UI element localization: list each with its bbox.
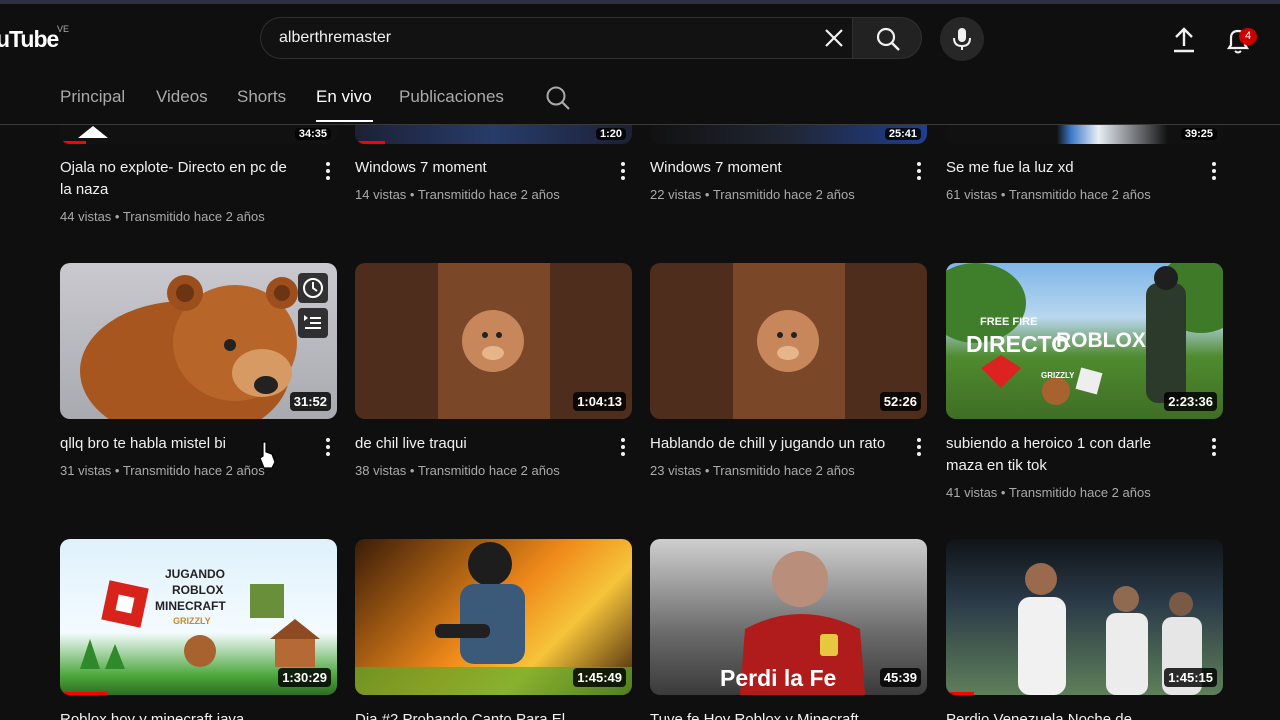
thumb-text-line: ROBLOX — [1056, 329, 1146, 352]
video-title[interactable]: de chil live traqui — [355, 433, 595, 455]
mouse-cursor-icon — [259, 441, 276, 469]
thumb-text-line: MINECRAFT — [155, 599, 226, 613]
video-thumbnail[interactable]: 1:45:15 — [946, 539, 1223, 695]
thumb-text-line: JUGANDO — [165, 567, 226, 581]
search-button[interactable] — [852, 17, 922, 59]
video-title[interactable]: Perdio Venezuela Noche de — [946, 709, 1186, 720]
tab-publicaciones[interactable]: Publicaciones — [399, 87, 504, 123]
video-thumbnail[interactable]: 25:41 — [650, 124, 927, 144]
duration-badge: 2:23:36 — [1164, 392, 1217, 411]
video-meta: 44 vistas • Transmitido hace 2 años — [60, 209, 265, 224]
more-options-icon[interactable] — [617, 160, 629, 180]
duration-badge: 1:20 — [595, 128, 626, 140]
masthead: uTube VE alberthremaster 4 — [0, 4, 1280, 74]
video-thumbnail[interactable]: 34:35 — [60, 124, 337, 144]
active-tab-indicator — [316, 120, 373, 122]
duration-badge: 1:45:49 — [573, 668, 626, 687]
thumb-text-line: DIRECTO — [966, 331, 1070, 357]
notification-badge: 4 — [1239, 28, 1257, 45]
thumb-text-line: GRIZZLY — [1041, 371, 1075, 380]
watch-progress — [60, 692, 108, 695]
video-title[interactable]: subiendo a heroico 1 con darle maza en t… — [946, 433, 1186, 477]
video-meta: 14 vistas • Transmitido hace 2 años — [355, 187, 560, 202]
add-to-queue-icon[interactable] — [298, 308, 328, 338]
more-options-icon[interactable] — [913, 160, 925, 180]
tab-principal[interactable]: Principal — [60, 87, 125, 123]
duration-badge: 1:30:29 — [278, 668, 331, 687]
more-options-icon[interactable] — [322, 160, 334, 180]
watch-later-icon[interactable] — [298, 273, 328, 303]
video-title[interactable]: Windows 7 moment — [355, 157, 595, 179]
video-meta: 22 vistas • Transmitido hace 2 años — [650, 187, 855, 202]
youtube-logo[interactable]: uTube — [0, 26, 59, 53]
upload-icon[interactable] — [1168, 24, 1200, 56]
search-query[interactable]: alberthremaster — [279, 29, 391, 47]
duration-badge: 52:26 — [879, 392, 921, 411]
close-icon[interactable] — [820, 24, 848, 52]
video-meta: 61 vistas • Transmitido hace 2 años — [946, 187, 1151, 202]
channel-search-icon[interactable] — [544, 84, 572, 117]
video-meta: 38 vistas • Transmitido hace 2 años — [355, 463, 560, 478]
duration-badge: 1:04:13 — [573, 392, 626, 411]
video-title[interactable]: Dia #2 Probando Canto Para El — [355, 709, 595, 720]
watch-progress — [946, 692, 974, 695]
search-icon — [876, 27, 900, 51]
logo-region: VE — [57, 24, 70, 34]
thumb-text-line: Perdi la Fe — [720, 665, 837, 691]
watch-progress — [60, 141, 86, 144]
video-thumbnail[interactable]: 1:45:49 — [355, 539, 632, 695]
more-options-icon[interactable] — [1208, 160, 1220, 180]
watch-progress — [355, 141, 385, 144]
video-meta: 31 vistas • Transmitido hace 2 años — [60, 463, 265, 478]
bear-avatar-icon — [462, 310, 524, 372]
video-thumbnail[interactable]: 39:25 — [946, 124, 1223, 144]
mic-icon — [953, 28, 971, 50]
video-title[interactable]: Ojala no explote- Directo en pc de la na… — [60, 157, 300, 201]
video-thumbnail[interactable]: 31:52 — [60, 263, 337, 419]
tab-videos[interactable]: Videos — [156, 87, 208, 123]
more-options-icon[interactable] — [322, 436, 334, 456]
bear-avatar-icon — [757, 310, 819, 372]
duration-badge: 34:35 — [294, 128, 331, 140]
video-title[interactable]: Roblox hoy y minecraft java — [60, 709, 300, 720]
duration-badge: 31:52 — [289, 392, 331, 411]
tab-shorts[interactable]: Shorts — [237, 87, 286, 123]
video-thumbnail[interactable]: FREE FIRE DIRECTO ROBLOX GRIZZLY 2:23:36 — [946, 263, 1223, 419]
video-title[interactable]: Tuve fe Hoy Roblox y Minecraft — [650, 709, 890, 720]
more-options-icon[interactable] — [913, 436, 925, 456]
duration-badge: 1:45:15 — [1164, 668, 1217, 687]
channel-tabs: Principal Videos Shorts En vivo Publicac… — [0, 74, 1280, 125]
video-thumbnail[interactable]: 1:04:13 — [355, 263, 632, 419]
video-thumbnail[interactable]: 1:20 — [355, 124, 632, 144]
duration-badge: 25:41 — [884, 128, 921, 140]
video-thumbnail[interactable]: Perdi la Fe 45:39 — [650, 539, 927, 695]
video-title[interactable]: Hablando de chill y jugando un rato — [650, 433, 905, 455]
thumb-text-line: ROBLOX — [172, 583, 224, 597]
tab-en-vivo[interactable]: En vivo — [316, 87, 372, 123]
video-title[interactable]: Se me fue la luz xd — [946, 157, 1186, 179]
duration-badge: 39:25 — [1180, 128, 1217, 140]
search-input[interactable]: alberthremaster — [260, 17, 852, 59]
more-options-icon[interactable] — [617, 436, 629, 456]
more-options-icon[interactable] — [1208, 436, 1220, 456]
voice-search-button[interactable] — [940, 17, 984, 61]
thumb-text-line: GRIZZLY — [173, 616, 211, 626]
video-title[interactable]: Windows 7 moment — [650, 157, 890, 179]
video-meta: 41 vistas • Transmitido hace 2 años — [946, 485, 1151, 500]
video-thumbnail[interactable]: 52:26 — [650, 263, 927, 419]
duration-badge: 45:39 — [879, 668, 921, 687]
video-meta: 23 vistas • Transmitido hace 2 años — [650, 463, 855, 478]
video-thumbnail[interactable]: JUGANDO ROBLOX MINECRAFT GRIZZLY 1:30:29 — [60, 539, 337, 695]
thumb-text-line: FREE FIRE — [980, 316, 1038, 328]
